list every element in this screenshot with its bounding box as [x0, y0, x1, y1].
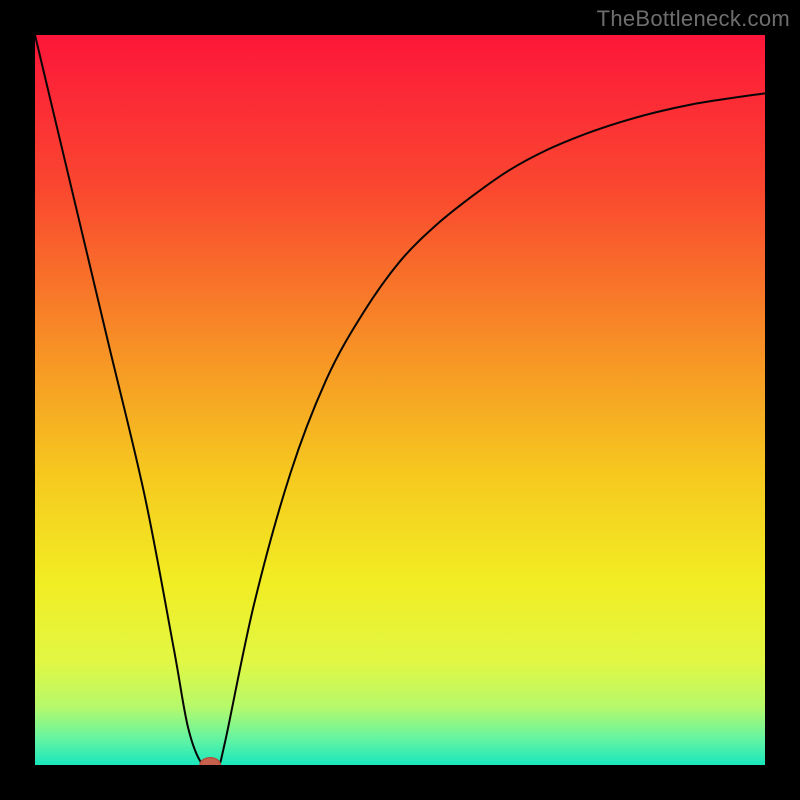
chart-svg: [35, 35, 765, 765]
attribution-label: TheBottleneck.com: [597, 6, 790, 32]
plot-area: [35, 35, 765, 765]
chart-frame: TheBottleneck.com: [0, 0, 800, 800]
gradient-background: [35, 35, 765, 765]
